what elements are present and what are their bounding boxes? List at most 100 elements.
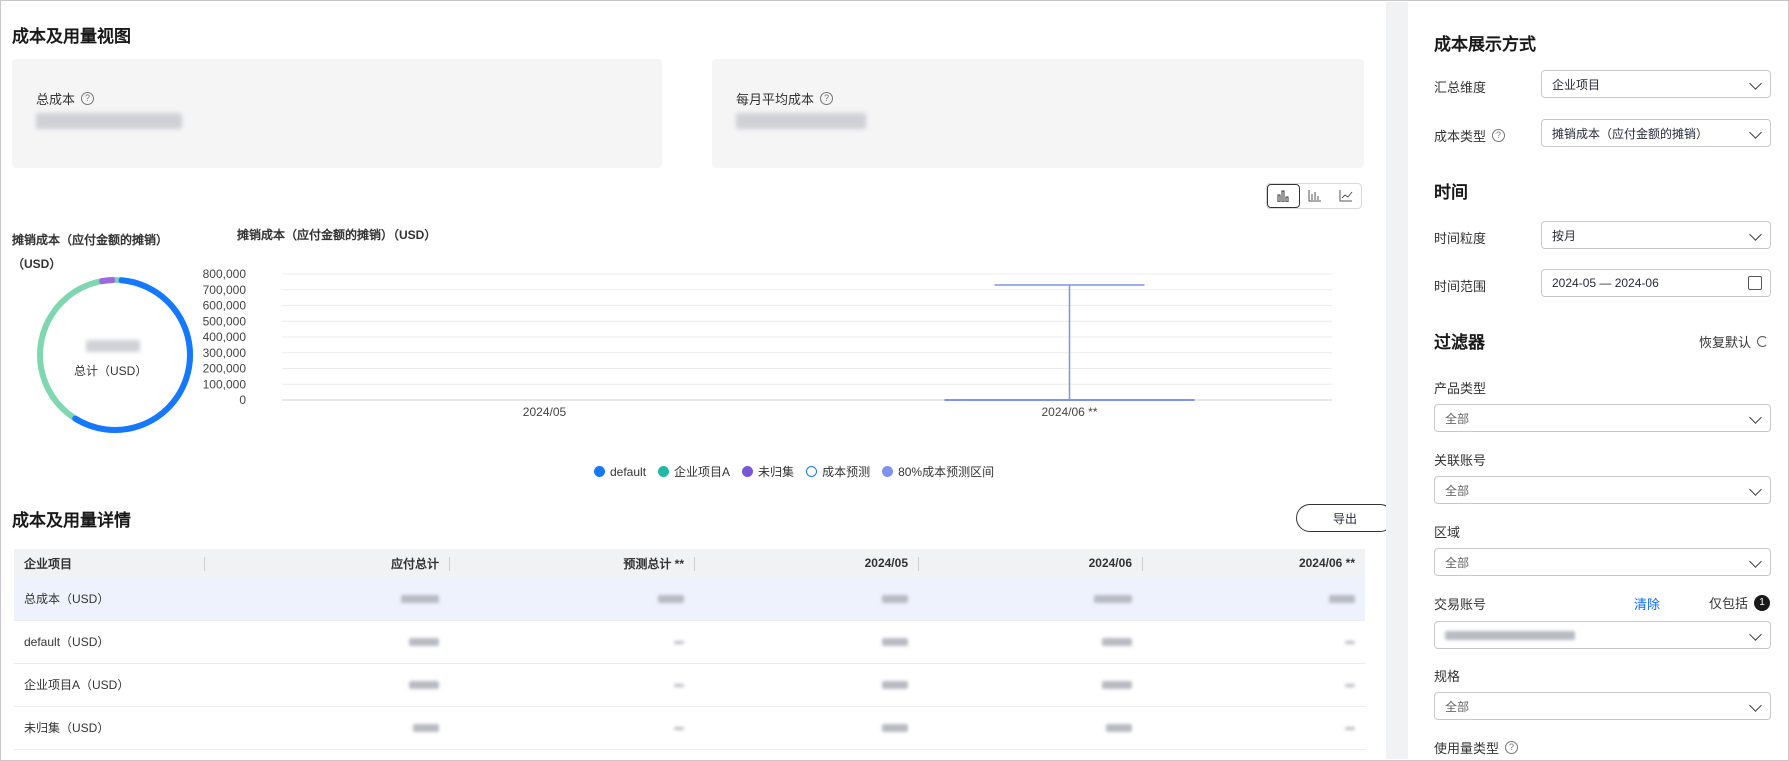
legend-item[interactable]: 成本预测: [806, 463, 870, 480]
chevron-down-icon: [1749, 77, 1762, 90]
calendar-icon[interactable]: [1748, 276, 1762, 290]
avg-cost-label: 每月平均成本 ?: [736, 89, 834, 108]
linked-account-value: 全部: [1445, 483, 1470, 498]
legend-label: 企业项目A: [674, 465, 731, 479]
avg-cost-label-text: 每月平均成本: [736, 92, 815, 107]
region-select[interactable]: 全部: [1434, 548, 1771, 576]
cost-bar-chart: 800,000 700,000 600,000500,000 400,000 300,0…: [203, 267, 1332, 419]
cell-blurred: [1102, 681, 1132, 690]
cost-type-value: 摊销成本（应付金额的摊销）: [1552, 126, 1709, 141]
spec-select[interactable]: 全部: [1434, 692, 1771, 720]
cell-blurred: [1345, 726, 1355, 730]
refresh-icon: [1757, 336, 1769, 347]
column-chart-icon[interactable]: [1300, 184, 1331, 208]
usage-type-label: 使用量类型 ?: [1434, 738, 1519, 757]
avg-monthly-cost-card: 每月平均成本 ?: [712, 59, 1364, 168]
legend-dot: [658, 466, 670, 477]
col-project[interactable]: 企业项目: [14, 549, 204, 577]
txn-account-select[interactable]: [1434, 621, 1771, 649]
legend-item[interactable]: 80%成本预测区间: [882, 463, 994, 480]
time-range-picker[interactable]: 2024-05 — 2024-06: [1541, 269, 1771, 297]
chart-type-toggle: [1266, 183, 1362, 209]
line-chart-icon[interactable]: [1330, 184, 1361, 208]
product-type-select[interactable]: 全部: [1434, 404, 1771, 432]
chevron-down-icon: [1749, 483, 1762, 496]
usage-type-label-text: 使用量类型: [1434, 741, 1500, 756]
help-icon[interactable]: ?: [820, 92, 834, 105]
time-granularity-select[interactable]: 按月: [1541, 221, 1771, 249]
table-row[interactable]: default（USD）: [14, 620, 1365, 664]
y-tick-label: 700,000: [203, 283, 247, 297]
txn-account-label: 交易账号: [1434, 594, 1486, 613]
col-2024-06[interactable]: 2024/06: [918, 549, 1142, 577]
y-tick-label: 300,000: [203, 346, 247, 360]
table-row[interactable]: 未归集（USD）: [14, 706, 1365, 750]
region-label-text: 区域: [1434, 525, 1461, 540]
legend-label: 成本预测: [822, 465, 871, 479]
x-tick-label: 2024/05: [523, 405, 567, 419]
avg-cost-value-blurred: [736, 113, 866, 129]
col-payable-total[interactable]: 应付总计: [204, 549, 449, 577]
bar-chart-icon[interactable]: [1267, 184, 1300, 208]
help-icon[interactable]: ?: [1505, 741, 1519, 754]
cell-blurred: [409, 681, 439, 690]
linked-account-label: 关联账号: [1434, 450, 1486, 469]
table-row[interactable]: 总成本（USD）: [14, 577, 1365, 621]
donut-center-label: 总计（USD）: [74, 364, 148, 378]
cell-blurred: [882, 724, 908, 733]
legend-dot: [742, 466, 754, 477]
linked-account-label-text: 关联账号: [1434, 453, 1487, 468]
chevron-down-icon: [1749, 228, 1762, 241]
legend-item[interactable]: default: [594, 463, 646, 480]
details-table: 企业项目 应付总计 预测总计 ** 2024/05 2024/06 2024/0…: [14, 549, 1365, 750]
txn-account-label-text: 交易账号: [1434, 597, 1487, 612]
chevron-down-icon: [1749, 411, 1762, 424]
cell-blurred: [882, 638, 908, 647]
help-icon[interactable]: ?: [81, 92, 95, 105]
range-label: 时间范围: [1434, 276, 1486, 295]
clear-button[interactable]: 清除: [1634, 594, 1660, 613]
chevron-down-icon: [1749, 126, 1762, 139]
table-row[interactable]: 企业项目A（USD）: [14, 663, 1365, 707]
filter-title: 过滤器: [1434, 333, 1485, 352]
export-button[interactable]: 导出: [1296, 504, 1394, 532]
total-cost-value-blurred: [36, 113, 182, 129]
donut-chart: [37, 277, 193, 433]
total-cost-label-text: 总成本: [36, 92, 76, 107]
settings-panel: 成本展示方式 汇总维度 企业项目 成本类型 ? 摊销成本（应付金额的摊销） 时间…: [1408, 2, 1787, 759]
donut-segment-unassigned: [98, 277, 116, 285]
help-icon[interactable]: ?: [1492, 129, 1506, 142]
reset-default-button[interactable]: 恢复默认: [1699, 332, 1769, 351]
chevron-down-icon: [1749, 628, 1762, 641]
cell-blurred: [674, 640, 684, 644]
col-2024-06-forecast[interactable]: 2024/06 **: [1142, 549, 1365, 577]
cell-blurred: [658, 595, 684, 604]
row-name: default（USD）: [14, 620, 204, 664]
granularity-value: 按月: [1552, 228, 1577, 243]
product-type-label: 产品类型: [1434, 378, 1486, 397]
y-tick-label: 400,000: [203, 330, 247, 344]
donut-total-blurred: [86, 340, 140, 352]
cost-type-select[interactable]: 摊销成本（应付金额的摊销）: [1541, 119, 1771, 147]
cell-blurred: [882, 681, 908, 690]
legend-label: 未归集: [758, 465, 795, 479]
legend-item[interactable]: 企业项目A: [658, 463, 730, 480]
chart-title: 摊销成本（应付金额的摊销）（USD）: [237, 228, 437, 242]
details-title: 成本及用量详情: [12, 511, 131, 530]
summary-dimension-select[interactable]: 企业项目: [1541, 70, 1771, 98]
cost-type-label-text: 成本类型: [1434, 129, 1487, 144]
col-2024-05[interactable]: 2024/05: [694, 549, 918, 577]
include-only-toggle[interactable]: 仅包括 1: [1709, 593, 1771, 612]
legend-label: 80%成本预测区间: [898, 465, 995, 479]
count-badge: 1: [1754, 594, 1771, 611]
cell-blurred: [1329, 595, 1355, 604]
row-name: 未归集（USD）: [14, 706, 204, 750]
cell-blurred: [1345, 640, 1355, 644]
cell-blurred: [1094, 595, 1132, 604]
linked-account-select[interactable]: 全部: [1434, 476, 1771, 504]
legend-item[interactable]: 未归集: [742, 463, 794, 480]
col-forecast-total[interactable]: 预测总计 **: [449, 549, 694, 577]
x-tick-label: 2024/06 **: [1041, 405, 1097, 419]
row-name: 企业项目A（USD）: [14, 663, 204, 707]
summary-value: 企业项目: [1552, 77, 1601, 92]
